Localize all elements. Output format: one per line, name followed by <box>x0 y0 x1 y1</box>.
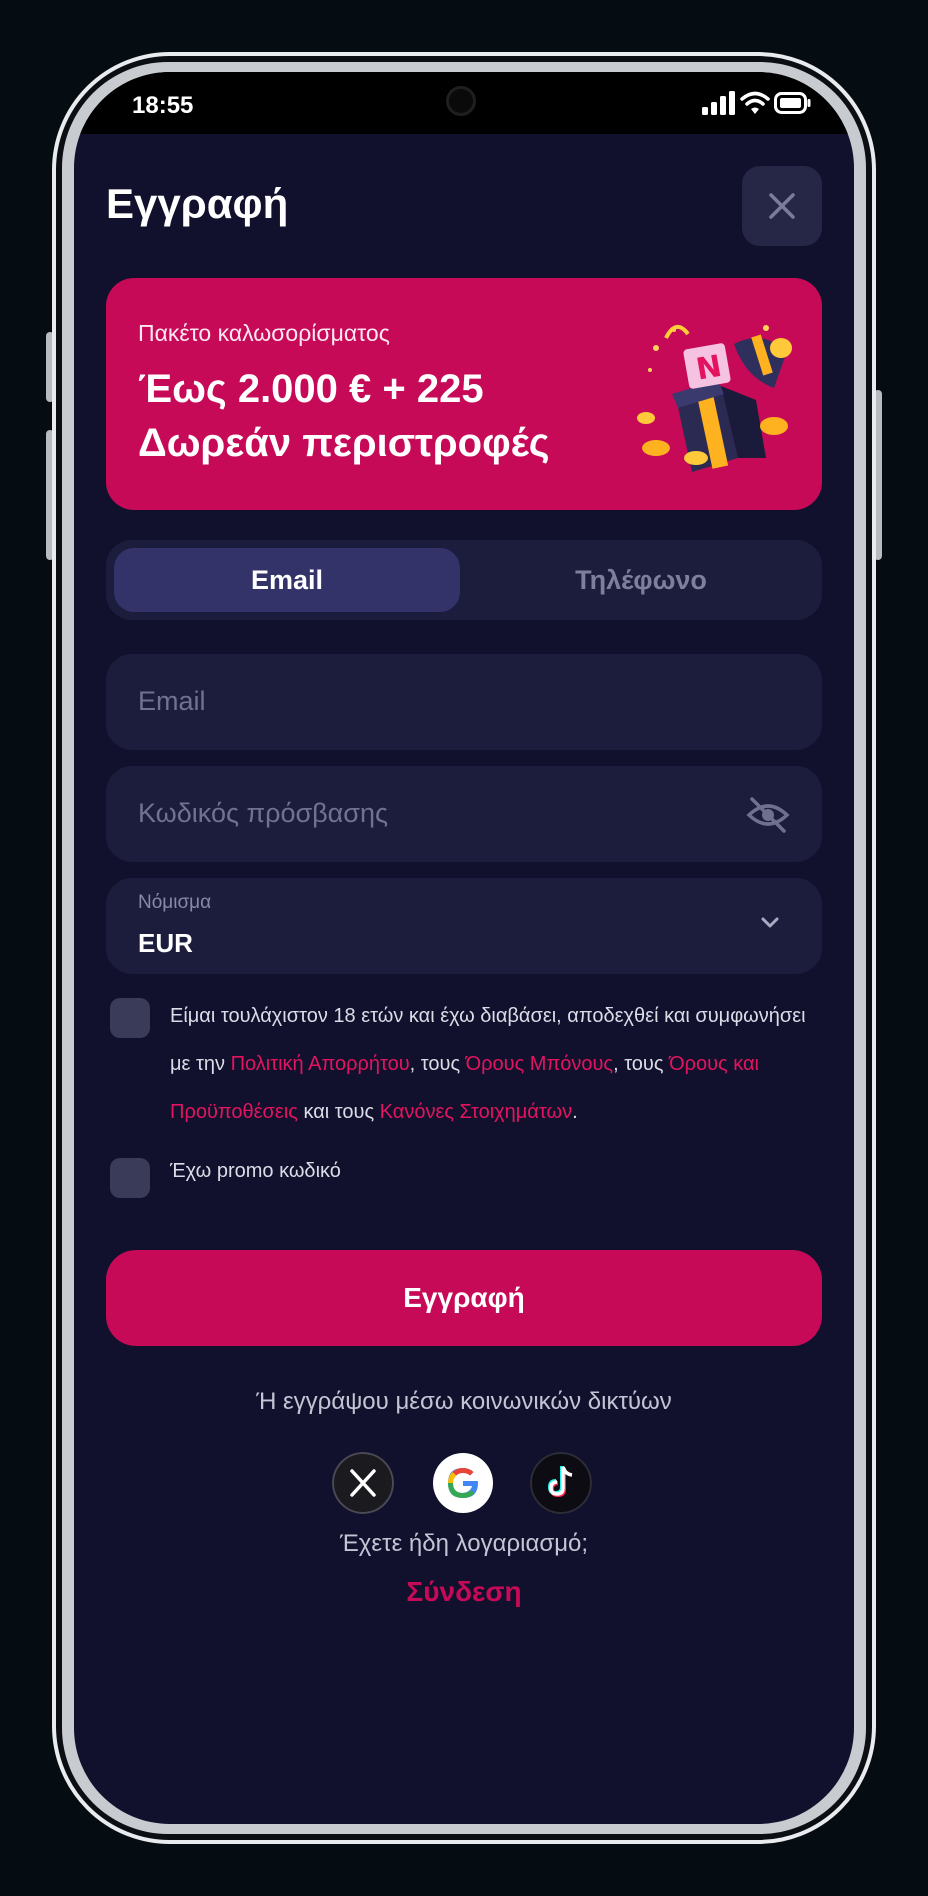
betting-rules-link[interactable]: Κανόνες Στοιχημάτων <box>380 1101 572 1123</box>
gift-box-icon: N <box>637 325 792 472</box>
google-icon[interactable] <box>432 1452 494 1514</box>
login-link[interactable]: Σύνδεση <box>74 1576 854 1608</box>
wifi-icon <box>740 91 770 114</box>
close-button[interactable] <box>742 166 822 246</box>
banner-headline-line2: Δωρεάν περιστροφές <box>138 421 550 465</box>
currency-label: Νόμισμα <box>138 892 212 913</box>
privacy-policy-link[interactable]: Πολιτική Απορρήτου <box>231 1053 410 1075</box>
chevron-down-icon <box>761 917 779 928</box>
banner-headline: Έως 2.000 € + 225 Δωρεάν περιστροφές <box>138 362 598 470</box>
signal-icon <box>702 91 735 115</box>
email-placeholder: Email <box>138 686 206 716</box>
banner-subtitle: Πακέτο καλωσορίσματος <box>138 320 390 346</box>
status-time: 18:55 <box>132 92 194 119</box>
password-field[interactable]: Κωδικός πρόσβασης <box>106 766 822 862</box>
social-signup-text: Ή εγγράψου μέσω κοινωνικών δικτύων <box>256 1388 672 1415</box>
terms-text: Είμαι τουλάχιστον 18 ετών και έχω διαβάσ… <box>170 992 810 1136</box>
welcome-bonus-banner[interactable]: Πακέτο καλωσορίσματος Έως 2.000 € + 225 … <box>106 278 822 510</box>
register-button[interactable]: Εγγραφή <box>106 1250 822 1346</box>
currency-value: EUR <box>138 928 193 958</box>
bonus-terms-link[interactable]: Όρους Μπόνους <box>466 1053 613 1075</box>
have-account-text: Έχετε ήδη λογαριασμό; <box>339 1530 589 1557</box>
signup-method-tabs: Email Τηλέφωνο <box>106 540 822 620</box>
status-bar: 18:55 <box>74 72 854 134</box>
eye-off-icon[interactable] <box>746 796 790 834</box>
age-terms-checkbox[interactable] <box>110 998 150 1038</box>
email-field[interactable]: Email <box>106 654 822 750</box>
camera-icon <box>446 86 476 116</box>
password-placeholder: Κωδικός πρόσβασης <box>138 798 388 828</box>
battery-icon <box>774 92 811 114</box>
page-title: Εγγραφή <box>106 180 289 227</box>
currency-select[interactable]: Νόμισμα EUR <box>106 878 822 974</box>
terms-part4: και τους <box>297 1101 380 1123</box>
x-icon[interactable] <box>332 1452 394 1514</box>
terms-part2: , τους <box>409 1053 466 1075</box>
promo-code-label: Έχω promo κωδικό <box>170 1160 341 1182</box>
close-icon <box>769 193 795 219</box>
banner-headline-line1: Έως 2.000 € + 225 <box>138 367 484 411</box>
tab-email[interactable]: Email <box>114 548 460 612</box>
terms-part5: . <box>572 1101 578 1123</box>
phone-screen: 18:55 Εγγραφή Πακέτο καλωσορίσματος Έως … <box>74 72 854 1824</box>
promo-code-checkbox[interactable] <box>110 1158 150 1198</box>
tab-phone[interactable]: Τηλέφωνο <box>468 548 814 612</box>
tiktok-icon[interactable] <box>530 1452 592 1514</box>
terms-part3: , τους <box>613 1053 670 1075</box>
